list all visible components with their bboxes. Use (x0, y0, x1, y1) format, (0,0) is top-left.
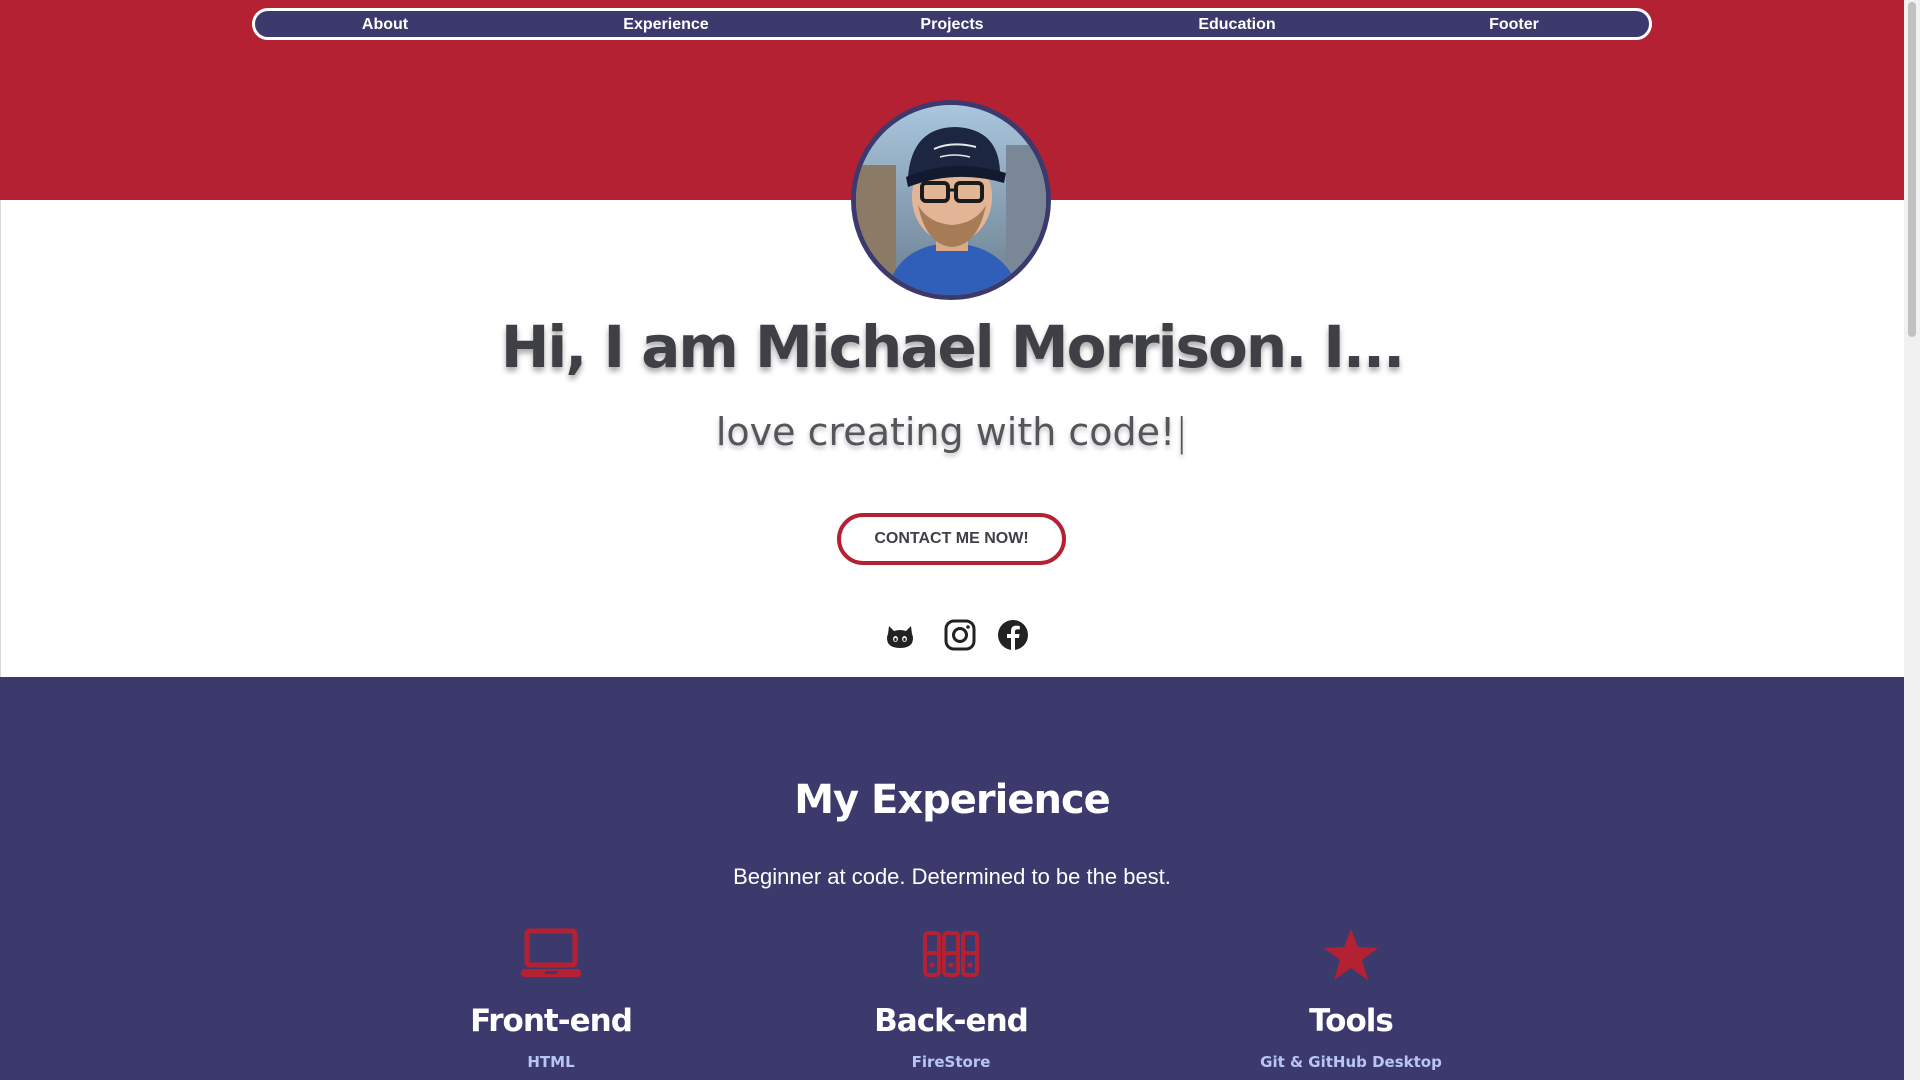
page: About Experience Projects Education Foot… (0, 0, 1904, 1080)
experience-column-frontend: Front-end HTML (401, 927, 701, 1071)
facebook-icon[interactable] (996, 618, 1030, 652)
skill-item: FireStore (911, 1053, 991, 1071)
nav-link-about[interactable]: About (362, 16, 408, 34)
column-title: Front-end (470, 1003, 633, 1039)
nav-link-education[interactable]: Education (1198, 16, 1275, 34)
instagram-icon[interactable] (943, 618, 977, 652)
experience-title: My Experience (794, 777, 1111, 823)
hero-headline: Hi, I am Michael Morrison. I... (500, 313, 1405, 381)
experience-section: My Experience Beginner at code. Determin… (0, 677, 1904, 1080)
skill-item: Git & GitHub Desktop (1260, 1053, 1442, 1071)
star-icon (1324, 929, 1378, 980)
experience-column-backend: Back-end FireStore (801, 927, 1101, 1071)
typed-text: love creating with code! (715, 410, 1176, 454)
laptop-icon (521, 928, 581, 977)
vertical-scrollbar[interactable] (1904, 0, 1920, 1080)
profile-photo-illustration (856, 105, 1046, 295)
experience-subtitle: Beginner at code. Determined to be the b… (733, 864, 1171, 889)
hero-typed-text: love creating with code!| (0, 410, 1904, 454)
server-icon (923, 931, 979, 977)
experience-column-tools: Tools Git & GitHub Desktop (1201, 927, 1501, 1071)
nav-link-experience[interactable]: Experience (623, 16, 708, 34)
typing-caret: | (1175, 410, 1189, 454)
nav-link-projects[interactable]: Projects (920, 16, 983, 34)
nav-link-footer[interactable]: Footer (1489, 16, 1539, 34)
profile-photo (851, 100, 1051, 300)
github-icon[interactable] (883, 618, 917, 652)
contact-me-button[interactable]: CONTACT ME NOW! (837, 513, 1066, 565)
top-nav: About Experience Projects Education Foot… (252, 8, 1652, 40)
skill-item: HTML (527, 1053, 575, 1071)
scrollbar-thumb[interactable] (1908, 2, 1916, 337)
column-title: Back-end (874, 1003, 1029, 1039)
column-title: Tools (1309, 1003, 1394, 1039)
social-links (0, 618, 1904, 654)
